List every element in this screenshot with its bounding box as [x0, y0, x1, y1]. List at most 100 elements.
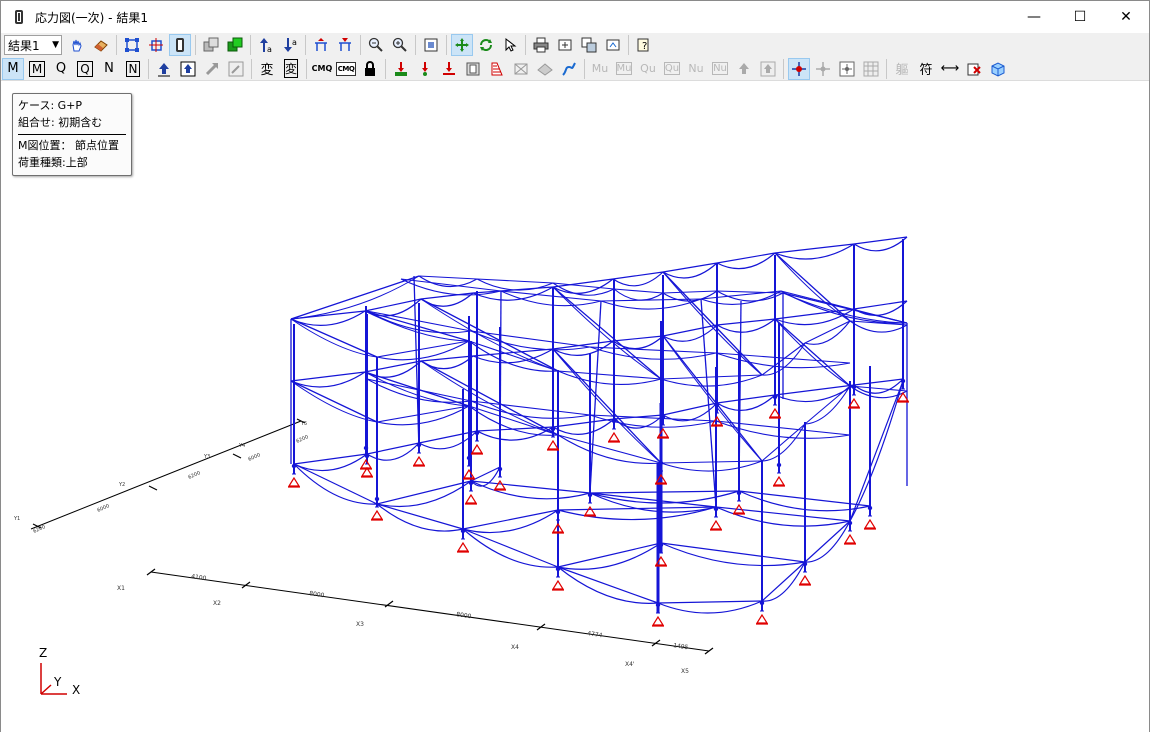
deformation-boxed-label: 変	[283, 59, 298, 78]
moment-curves	[290, 236, 908, 614]
qu-boxed-button[interactable]: Qu	[661, 58, 683, 80]
zoom-in-icon[interactable]	[389, 34, 411, 56]
load-green-icon[interactable]	[390, 58, 412, 80]
moment-curve	[589, 346, 717, 360]
moment-curve	[612, 271, 664, 287]
upper-beam	[716, 252, 776, 264]
page-setup-icon[interactable]	[578, 34, 600, 56]
maximize-button[interactable]: ☐	[1057, 1, 1103, 33]
mu-button[interactable]: Mu	[589, 58, 611, 80]
load-base-icon[interactable]	[438, 58, 460, 80]
moment-curve	[716, 394, 776, 411]
frame-label-button[interactable]: 軀	[891, 58, 913, 80]
reaction-boxed-icon[interactable]	[177, 58, 199, 80]
slab-icon[interactable]	[486, 58, 508, 80]
moment-curve	[774, 308, 855, 326]
mu-boxed-label: Mu	[615, 62, 633, 75]
floor-view-icon[interactable]	[169, 34, 191, 56]
pin-support	[412, 455, 426, 467]
lock-icon[interactable]	[359, 58, 381, 80]
pan-hand-icon[interactable]	[66, 34, 88, 56]
close-button[interactable]: ✕	[1103, 1, 1149, 33]
triad-z-label: Z	[39, 646, 47, 660]
model-canvas[interactable]: X1 X2 X3 X4 X4' X5 4100 8000 8000 4774 1…	[1, 82, 1149, 732]
deformation-button[interactable]: 変	[256, 58, 278, 80]
fit-view-icon[interactable]	[420, 34, 442, 56]
pin-support	[772, 475, 786, 487]
upper-beam	[660, 460, 763, 464]
help-icon[interactable]: ?	[633, 34, 655, 56]
reaction-up-icon[interactable]	[153, 58, 175, 80]
pointer-icon[interactable]	[499, 34, 521, 56]
result-select[interactable]: 結果1 ▼	[4, 35, 62, 55]
copy-window-icon[interactable]	[200, 34, 222, 56]
print-icon[interactable]	[530, 34, 552, 56]
beam-up-icon[interactable]	[310, 34, 332, 56]
upload-a-icon[interactable]: a	[255, 34, 277, 56]
y-dim-3: 6200	[187, 470, 201, 481]
dimension-button[interactable]: ⟷	[939, 58, 961, 80]
section-view-icon[interactable]	[145, 34, 167, 56]
moment-curve	[470, 480, 591, 500]
stress-diagram: X1 X2 X3 X4 X4' X5 4100 8000 8000 4774 1…	[13, 236, 910, 697]
member	[662, 271, 763, 376]
ultimate-up-icon[interactable]	[733, 58, 755, 80]
upper-beam	[376, 340, 470, 358]
diagonal-arrow-boxed-icon[interactable]	[225, 58, 247, 80]
moment-curve	[853, 236, 908, 252]
node-gray-icon[interactable]	[812, 58, 834, 80]
wall-icon[interactable]	[462, 58, 484, 80]
axial-boxed-button[interactable]: N	[122, 58, 144, 80]
x-dim-1: 4100	[191, 573, 207, 582]
moment-boxed-button[interactable]: M	[26, 58, 48, 80]
symbol-button[interactable]: 符	[915, 58, 937, 80]
spring-icon[interactable]	[558, 58, 580, 80]
roof-icon[interactable]	[534, 58, 556, 80]
beam	[657, 600, 763, 604]
moment-button[interactable]: M	[2, 57, 24, 80]
rotate-icon[interactable]	[475, 34, 497, 56]
select-frame-icon[interactable]	[121, 34, 143, 56]
nu-boxed-button[interactable]: Nu	[709, 58, 731, 80]
shear-button[interactable]: Q	[50, 58, 72, 80]
pin-support	[843, 533, 857, 545]
axial-button[interactable]: N	[98, 58, 120, 80]
download-a-icon[interactable]: a	[279, 34, 301, 56]
y-grid-tick	[148, 485, 158, 491]
3d-box-icon[interactable]	[987, 58, 1009, 80]
deformation-boxed-button[interactable]: 変	[280, 58, 302, 80]
zoom-out-icon[interactable]	[365, 34, 387, 56]
x-axis-label-x4: X4	[511, 644, 519, 651]
eraser-icon[interactable]	[90, 34, 112, 56]
print-preview-icon[interactable]	[554, 34, 576, 56]
minimize-button[interactable]: —	[1011, 1, 1057, 33]
brace-icon[interactable]	[510, 58, 532, 80]
upper-beam	[716, 318, 776, 326]
export-icon[interactable]	[602, 34, 624, 56]
node-icon[interactable]	[788, 57, 810, 80]
mu-boxed-button[interactable]: Mu	[613, 58, 635, 80]
shear-boxed-button[interactable]: Q	[74, 58, 96, 80]
move-icon[interactable]	[451, 34, 473, 56]
ultimate-up-boxed-icon[interactable]	[757, 58, 779, 80]
load-point-icon[interactable]	[414, 58, 436, 80]
node-boxed-icon[interactable]	[836, 58, 858, 80]
x-axis-label-x1: X1	[117, 585, 125, 592]
cmq-boxed-button[interactable]: CMQ	[335, 58, 357, 80]
beam-down-icon[interactable]	[334, 34, 356, 56]
diagonal-arrow-icon[interactable]	[201, 58, 223, 80]
delete-icon[interactable]	[963, 58, 985, 80]
qu-button[interactable]: Qu	[637, 58, 659, 80]
moment-curve	[716, 252, 776, 270]
grid-boxed-icon[interactable]	[860, 58, 882, 80]
upper-beam	[476, 278, 554, 284]
info-m-position: M図位置： 節点位置	[18, 139, 119, 152]
moment-curve	[662, 324, 718, 342]
pin-support	[462, 468, 476, 480]
pin-support	[863, 518, 877, 530]
paste-window-icon[interactable]	[224, 34, 246, 56]
nu-button[interactable]: Nu	[685, 58, 707, 80]
node	[363, 445, 369, 451]
cmq-button[interactable]: CMQ	[311, 58, 333, 80]
upper-beam	[662, 290, 718, 294]
